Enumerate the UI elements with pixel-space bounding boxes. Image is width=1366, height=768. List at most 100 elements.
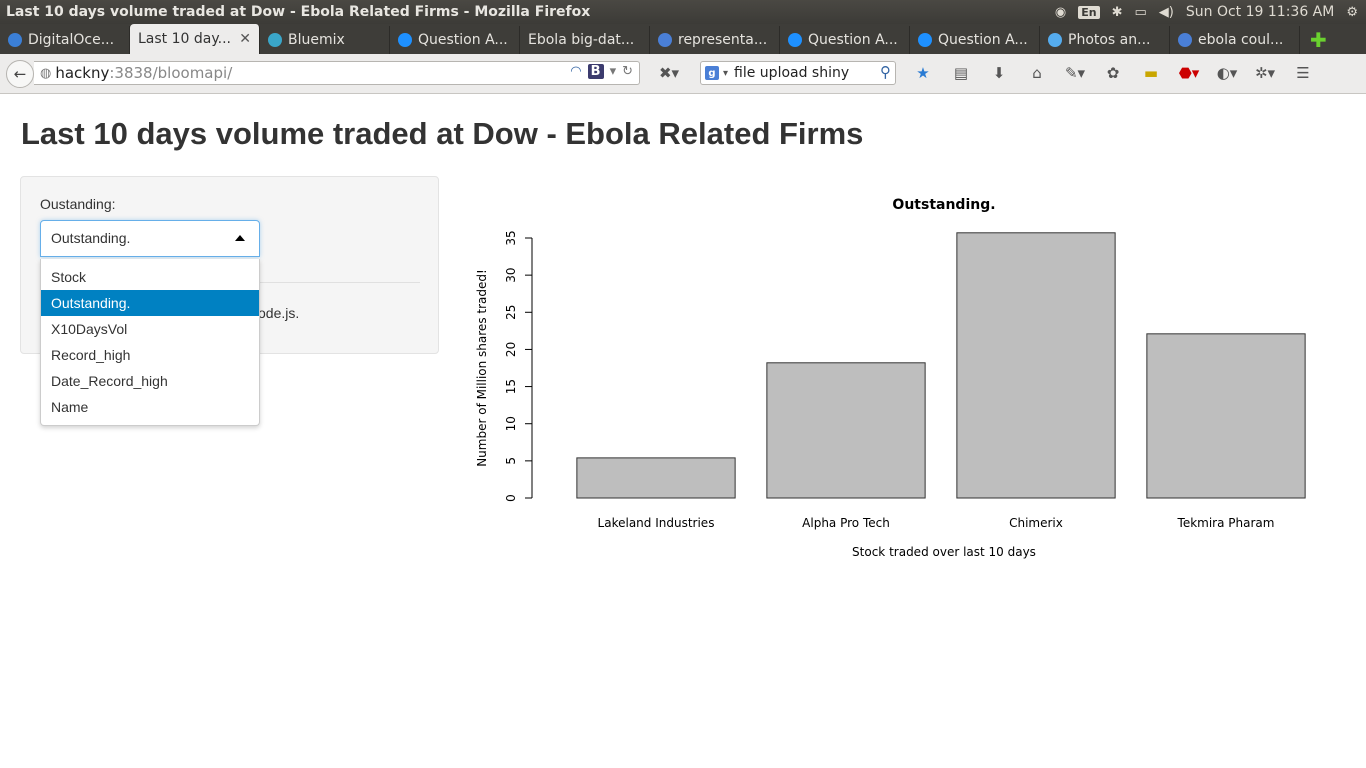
search-box[interactable]: g ▾ file upload shiny ⚲ [700,61,896,85]
tab-label: Question A... [938,32,1028,48]
google-icon: g [705,66,719,80]
addon-icon[interactable]: ✖▾ [650,62,688,84]
variable-select[interactable]: Outstanding. [40,220,260,257]
clock[interactable]: Sun Oct 19 11:36 AM [1186,4,1334,20]
color-addon-icon[interactable]: ◐▾ [1208,62,1246,84]
url-host: hackny [55,64,110,82]
tools-icon[interactable]: ✎▾ [1056,62,1094,84]
tab-label: Question A... [418,32,508,48]
caret-up-icon[interactable] [235,235,245,241]
window-title: Last 10 days volume traded at Dow - Ebol… [6,4,591,20]
y-tick-label: 35 [504,230,518,245]
new-tab-icon[interactable]: ✚ [1310,26,1327,54]
y-tick-label: 20 [504,342,518,357]
browser-tab[interactable]: Photos an... [1040,26,1170,54]
select-option[interactable]: Name [41,394,259,420]
addon-screen-icon[interactable]: ▬ [1132,62,1170,84]
x-tick-label: Alpha Pro Tech [802,516,890,530]
globe-icon: ◍ [40,65,52,81]
x-axis-label: Stock traded over last 10 days [852,545,1036,559]
top-panel: Last 10 days volume traded at Dow - Ebol… [0,0,1366,24]
y-tick-label: 0 [504,494,518,502]
select-current-value: Outstanding. [51,230,131,246]
url-bar[interactable]: ◍ hackny:3838/bloomapi/ ◠ B ▾ ↻ [34,61,640,85]
bug-icon[interactable]: ✲▾ [1246,62,1284,84]
search-input[interactable]: file upload shiny [734,65,849,81]
gear-icon[interactable]: ⚙ [1346,5,1358,20]
bar [576,457,736,499]
bar [956,232,1116,499]
back-button[interactable]: ← [6,60,34,88]
x-tick-label: Lakeland Industries [598,516,715,530]
divider [258,282,420,283]
tab-label: Ebola big-dat... [528,32,635,48]
rss-icon[interactable]: ◠ [570,64,581,79]
tab-favicon-icon [268,33,282,47]
search-icon[interactable]: ⚲ [880,63,891,81]
y-tick-label: 10 [504,416,518,431]
tab-favicon-icon [1178,33,1192,47]
download-icon[interactable]: ⬇ [980,62,1018,84]
bar-chart: Outstanding. 0 5 10 15 20 25 30 35 Number of Mill… [475,197,1306,559]
system-tray: ◉ En ✱ ▭ ◀) Sun Oct 19 11:36 AM ⚙ [1055,0,1358,24]
tab-label: Last 10 day... [138,31,231,47]
tab-label: ebola coul... [1198,32,1284,48]
bookmarks-icon[interactable]: ▤ [942,62,980,84]
y-tick-label: 15 [504,379,518,394]
language-indicator[interactable]: En [1078,5,1100,19]
page-title: Last 10 days volume traded at Dow - Ebol… [21,116,864,151]
bar [1146,333,1306,499]
select-option[interactable]: Stock [41,264,259,290]
star-icon[interactable]: ★ [904,62,942,84]
tab-favicon-icon [658,33,672,47]
x-tick-label: Tekmira Pharam [1177,516,1275,530]
browser-tab[interactable]: Question A... [390,26,520,54]
toolbar-icons: ★ ▤ ⬇ ⌂ ✎▾ ✿ ▬ ⬣▾ ◐▾ ✲▾ ☰ [904,62,1322,84]
addon-puzzle-icon[interactable]: ✿ [1094,62,1132,84]
home-icon[interactable]: ⌂ [1018,62,1056,84]
reload-icon[interactable]: ↻ [622,64,633,79]
arrow-left-icon: ← [13,65,27,83]
select-dropdown-menu: Stock Outstanding. X10DaysVol Record_high Da… [40,259,260,426]
select-option[interactable]: Record_high [41,342,259,368]
bluetooth-icon[interactable]: ✱ [1112,5,1123,20]
browser-tab[interactable]: Bluemix [260,26,390,54]
browser-tab[interactable]: Question A... [910,26,1040,54]
browser-tab[interactable]: DigitalOce... [0,26,130,54]
adblock-icon[interactable]: ⬣▾ [1170,62,1208,84]
menu-icon[interactable]: ☰ [1284,62,1322,84]
tab-favicon-icon [1048,33,1062,47]
close-tab-icon[interactable]: ✕ [239,31,251,47]
dropdown-icon[interactable]: ▾ [610,64,617,79]
tab-favicon-icon [398,33,412,47]
select-option[interactable]: Outstanding. [41,290,259,316]
select-option[interactable]: Date_Record_high [41,368,259,394]
bar [766,362,926,499]
wifi-icon[interactable]: ◉ [1055,5,1066,20]
tab-label: representa... [678,32,768,48]
partially-hidden-text: ode.js. [258,305,300,321]
x-tick-label: Chimerix [1009,516,1063,530]
browser-tab[interactable]: Last 10 day... ✕ [130,24,260,54]
browser-tab[interactable]: Question A... [780,26,910,54]
select-option[interactable]: X10DaysVol [41,316,259,342]
select-label: Oustanding: [40,196,116,212]
tab-bar: DigitalOce... Last 10 day... ✕ Bluemix Quest… [0,24,1366,54]
tab-label: Question A... [808,32,898,48]
tab-favicon-icon [788,33,802,47]
y-tick-label: 25 [504,305,518,320]
volume-icon[interactable]: ◀) [1159,5,1174,20]
battery-icon[interactable]: ▭ [1135,5,1147,20]
browser-tab[interactable]: representa... [650,26,780,54]
url-actions: ◠ B ▾ ↻ [570,64,633,79]
y-tick-label: 5 [504,457,518,465]
chart-title: Outstanding. [892,197,995,213]
tab-favicon-icon [8,33,22,47]
y-tick-label: 30 [504,268,518,283]
tab-label: DigitalOce... [28,32,115,48]
url-path: :3838/bloomapi/ [109,64,233,82]
browser-tab[interactable]: ebola coul... [1170,26,1300,54]
search-engine-dropdown-icon[interactable]: ▾ [723,68,728,79]
browser-tab[interactable]: Ebola big-dat... [520,26,650,54]
bookmark-b-icon[interactable]: B [587,64,604,79]
